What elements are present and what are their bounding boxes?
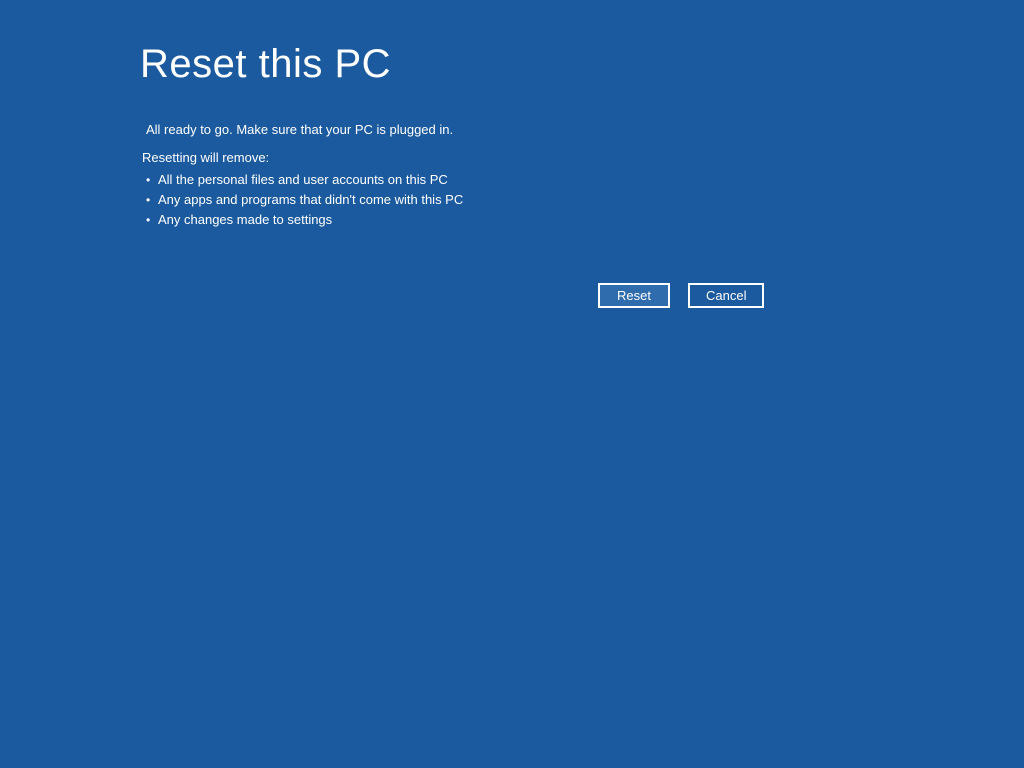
page-title: Reset this PC: [140, 42, 391, 87]
removal-list: All the personal files and user accounts…: [158, 170, 463, 230]
reset-button[interactable]: Reset: [598, 283, 670, 308]
list-item: All the personal files and user accounts…: [158, 170, 463, 190]
button-row: Reset Cancel: [598, 283, 764, 308]
list-item: Any apps and programs that didn't come w…: [158, 190, 463, 210]
removal-header: Resetting will remove:: [142, 150, 269, 165]
status-text: All ready to go. Make sure that your PC …: [146, 122, 453, 137]
list-item: Any changes made to settings: [158, 210, 463, 230]
cancel-button[interactable]: Cancel: [688, 283, 764, 308]
